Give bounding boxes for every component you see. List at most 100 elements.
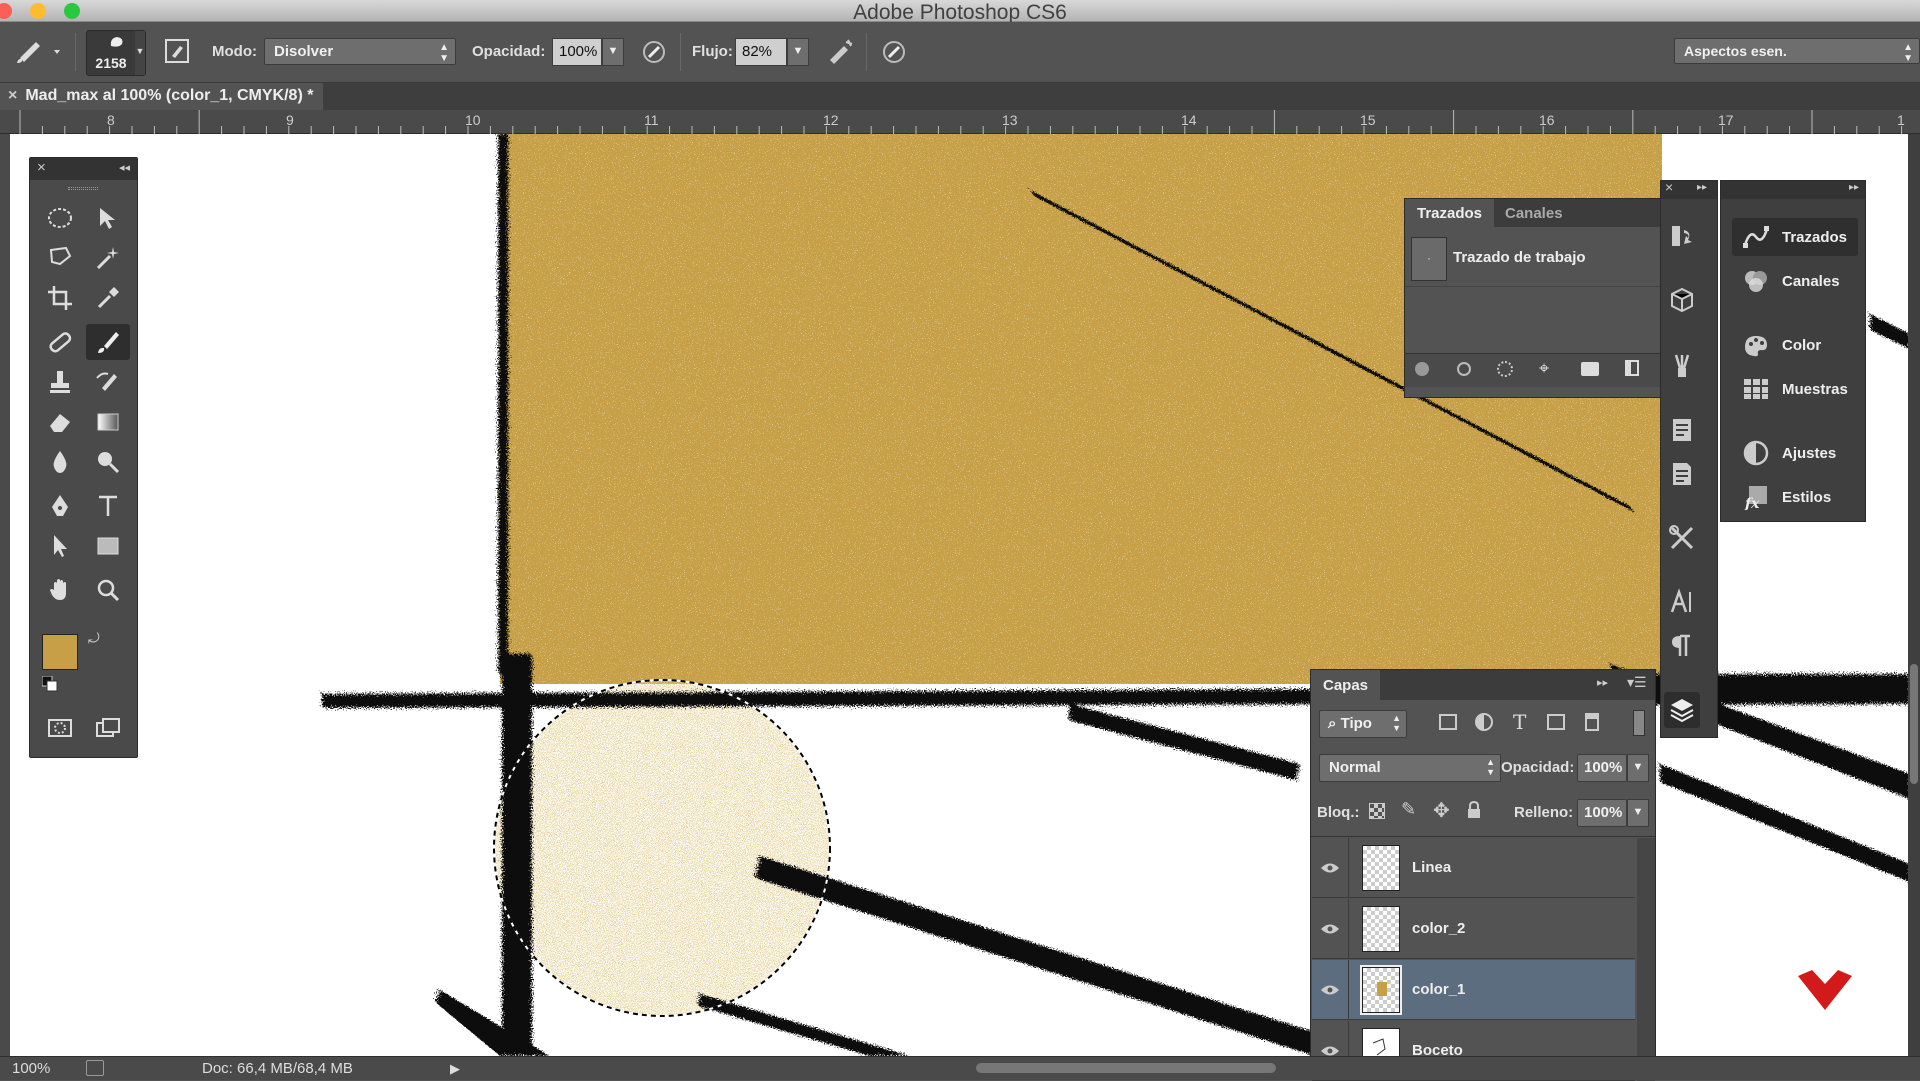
path-selection-tool[interactable]	[38, 528, 82, 564]
blend-mode-select[interactable]: Normal ▲ ▼	[1319, 754, 1501, 782]
move-tool[interactable]	[86, 200, 130, 236]
type-tool[interactable]	[86, 488, 130, 524]
dock-item-adjustments[interactable]: Ajustes	[1732, 434, 1858, 472]
add-mask-icon[interactable]	[1581, 362, 1599, 376]
swap-colors-icon[interactable]: ⤾	[88, 630, 100, 647]
marquee-tool[interactable]	[38, 200, 82, 236]
crop-tool[interactable]	[38, 280, 82, 316]
visibility-toggle[interactable]	[1312, 838, 1349, 898]
dock-item-color[interactable]: Color	[1732, 326, 1858, 364]
pressure-opacity-toggle[interactable]	[640, 38, 668, 66]
layer-row-selected[interactable]: color_1	[1312, 960, 1635, 1020]
panel-grip[interactable]	[68, 187, 98, 190]
lock-position-icon[interactable]: ✥	[1433, 798, 1450, 823]
airbrush-toggle[interactable]	[826, 38, 856, 66]
tool-presets-dock-button[interactable]	[1664, 520, 1700, 556]
make-path-icon[interactable]: ⌖	[1539, 358, 1549, 379]
brush-tool[interactable]	[86, 324, 130, 360]
panel-menu-icon[interactable]: ▾☰	[1627, 674, 1647, 691]
filter-toggle[interactable]	[1633, 710, 1645, 736]
clone-stamp-tool[interactable]	[38, 364, 82, 400]
character-dock-button[interactable]	[1664, 584, 1700, 620]
pen-tool[interactable]	[38, 488, 82, 524]
gradient-tool[interactable]	[86, 404, 130, 440]
opacity-input[interactable]: 100%	[552, 38, 602, 66]
lock-pixels-icon[interactable]: ✎	[1401, 799, 1416, 820]
horizontal-scroll-thumb[interactable]	[976, 1063, 1276, 1073]
close-tab-icon[interactable]: ×	[8, 87, 17, 104]
lock-all-icon[interactable]	[1467, 801, 1481, 819]
dock-item-channels[interactable]: Canales	[1732, 262, 1858, 300]
document-tab[interactable]: × Mad_max al 100% (color_1, CMYK/8) *	[0, 83, 324, 110]
layers-dock-button[interactable]	[1664, 692, 1700, 728]
layer-opacity-dropdown[interactable]: ▼	[1627, 754, 1649, 782]
opacity-dropdown[interactable]: ▼	[602, 38, 624, 66]
filter-type-icon[interactable]: T	[1513, 710, 1526, 734]
flow-input[interactable]: 82%	[735, 38, 787, 66]
visibility-toggle[interactable]	[1312, 960, 1349, 1020]
tools-panel-header[interactable]: × ◂◂	[30, 158, 137, 180]
collapse-icon[interactable]: ◂◂	[119, 161, 130, 174]
scroll-thumb[interactable]	[1910, 664, 1918, 784]
history-dock-button[interactable]	[1664, 218, 1700, 254]
brush-tool-preset-picker[interactable]	[14, 36, 64, 66]
paragraph-dock-button[interactable]	[1664, 628, 1700, 664]
tab-channels[interactable]: Canales	[1493, 199, 1575, 227]
eraser-tool[interactable]	[38, 404, 82, 440]
expand-icon[interactable]: ▸▸	[1849, 182, 1859, 193]
stroke-path-icon[interactable]	[1457, 362, 1471, 376]
layer-row[interactable]: Linea	[1312, 838, 1635, 898]
layers-scrollbar[interactable]	[1637, 838, 1655, 1081]
brush-panel-toggle[interactable]	[164, 38, 190, 64]
layer-opacity-input[interactable]: 100%	[1577, 754, 1627, 782]
fill-dropdown[interactable]: ▼	[1627, 799, 1649, 827]
new-path-icon[interactable]	[1625, 360, 1639, 376]
export-icon[interactable]	[86, 1060, 104, 1076]
info-dock-button[interactable]	[1664, 456, 1700, 492]
layer-filter-select[interactable]: ⌕ Tipo ▲ ▼	[1319, 710, 1407, 738]
dock-item-paths[interactable]: Trazados	[1732, 218, 1858, 256]
history-brush-tool[interactable]	[86, 364, 130, 400]
canvas-vertical-scrollbar[interactable]	[1908, 134, 1920, 1056]
load-selection-icon[interactable]	[1497, 361, 1513, 377]
expand-icon[interactable]: ▸▸	[1697, 182, 1707, 193]
collapse-icon[interactable]: ▸▸	[1597, 676, 1608, 689]
fill-path-icon[interactable]	[1415, 362, 1429, 376]
tab-paths[interactable]: Trazados	[1405, 199, 1495, 227]
dock-item-swatches[interactable]: Muestras	[1732, 370, 1858, 408]
tab-layers[interactable]: Capas	[1311, 670, 1381, 700]
close-icon[interactable]: ×	[37, 159, 46, 176]
flow-dropdown[interactable]: ▼	[787, 38, 809, 66]
lock-transparency-icon[interactable]	[1369, 803, 1385, 819]
pressure-size-toggle[interactable]	[880, 38, 908, 66]
filter-smart-object-icon[interactable]	[1585, 713, 1599, 731]
dodge-tool[interactable]	[86, 444, 130, 480]
notes-dock-button[interactable]	[1664, 412, 1700, 448]
path-item[interactable]: · Trazado de trabajo	[1405, 227, 1661, 287]
blur-tool[interactable]	[38, 444, 82, 480]
magic-wand-tool[interactable]	[86, 240, 130, 276]
visibility-toggle[interactable]	[1312, 899, 1349, 959]
filter-shape-icon[interactable]	[1547, 714, 1565, 730]
filter-pixel-icon[interactable]	[1439, 714, 1457, 730]
status-menu-arrow-icon[interactable]: ▶	[450, 1061, 460, 1077]
brush-size-picker[interactable]: 2158 ▼	[86, 30, 146, 76]
quick-mask-button[interactable]	[38, 710, 82, 746]
zoom-tool[interactable]	[86, 572, 130, 608]
foreground-color-swatch[interactable]	[42, 634, 78, 670]
default-colors-icon[interactable]	[42, 676, 58, 692]
mode-select[interactable]: Disolver ▲ ▼	[264, 38, 456, 65]
close-icon[interactable]: ×	[1665, 179, 1673, 195]
dock-item-styles[interactable]: fx Estilos	[1732, 478, 1858, 516]
healing-brush-tool[interactable]	[38, 324, 82, 360]
3d-dock-button[interactable]	[1664, 282, 1700, 318]
rectangle-tool[interactable]	[86, 528, 130, 564]
fill-input[interactable]: 100%	[1577, 799, 1627, 827]
brush-presets-dock-button[interactable]	[1664, 348, 1700, 384]
screen-mode-button[interactable]	[86, 710, 130, 746]
workspace-select[interactable]: Aspectos esen. ▲ ▼	[1674, 38, 1920, 64]
lasso-tool[interactable]	[38, 240, 82, 276]
layer-row[interactable]: color_2	[1312, 899, 1635, 959]
zoom-level[interactable]: 100%	[12, 1060, 50, 1077]
filter-adjustment-icon[interactable]	[1475, 713, 1493, 731]
